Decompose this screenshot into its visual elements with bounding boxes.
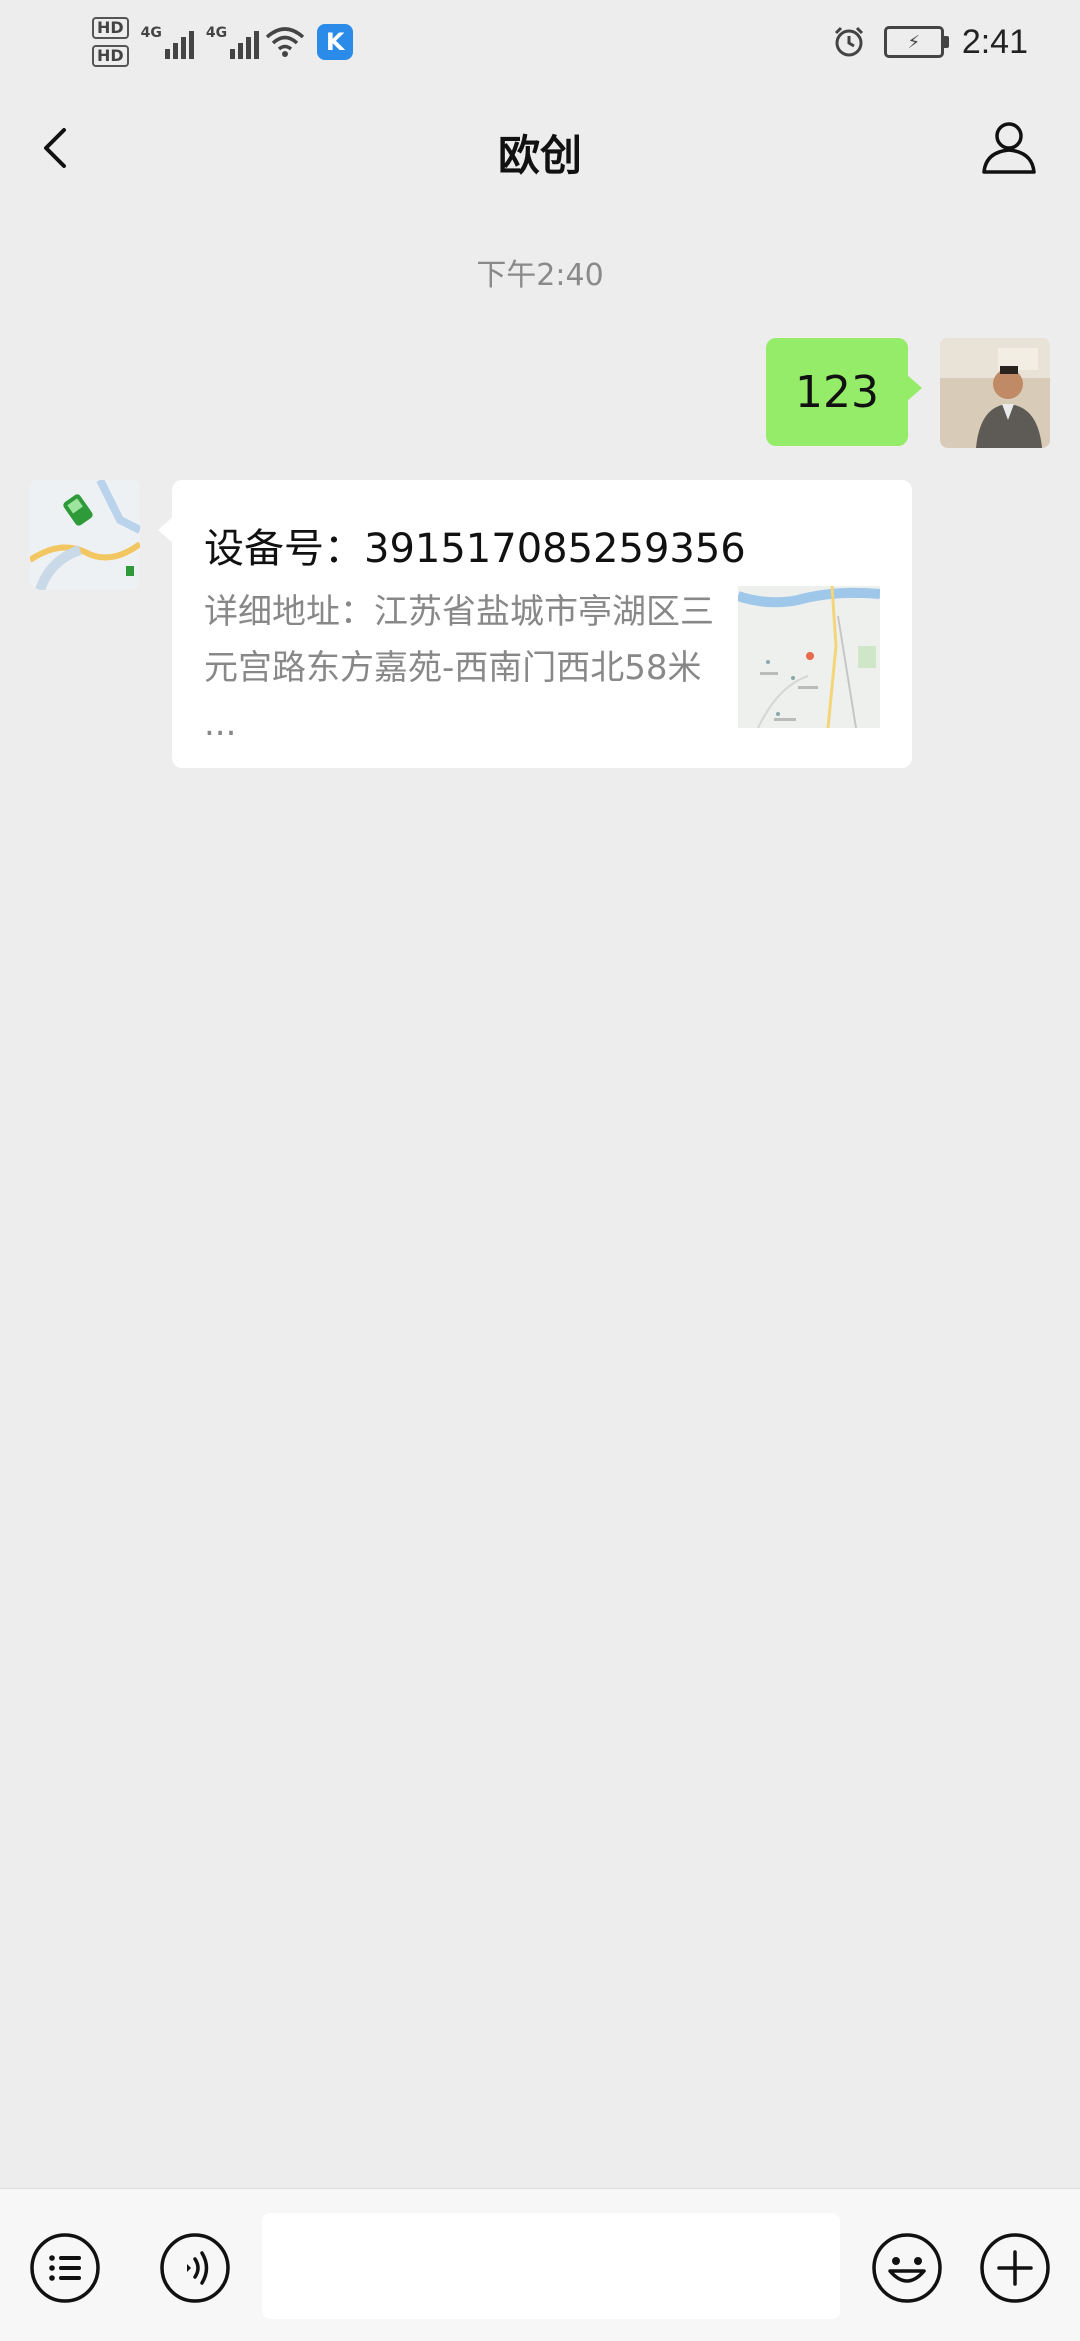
location-card[interactable]: 设备号：391517085259356 详细地址：江苏省盐城市亭湖区三元宫路东方… bbox=[158, 480, 912, 768]
emoji-icon[interactable] bbox=[870, 2231, 944, 2305]
plus-icon[interactable] bbox=[978, 2231, 1052, 2305]
status-bar-left: HD HD 4G 4G K bbox=[92, 12, 354, 72]
status-bar-right: ⚡ 2:41 bbox=[832, 14, 1028, 70]
network-type-1: 4G bbox=[140, 25, 162, 41]
message-timestamp: 下午2:40 bbox=[476, 258, 604, 293]
signal-icon-2: 4G bbox=[205, 25, 260, 59]
person-icon[interactable] bbox=[976, 114, 1042, 180]
message-text-input[interactable] bbox=[262, 2213, 840, 2319]
map-thumbnail bbox=[738, 586, 880, 728]
outgoing-message-bubble[interactable]: 123 bbox=[766, 338, 922, 446]
signal-icon: 4G bbox=[141, 25, 194, 59]
status-bar: HD HD 4G 4G K ⚡ 2:41 bbox=[0, 0, 1080, 84]
network-type-2: 4G bbox=[205, 25, 228, 41]
sim1-hd-badge: HD bbox=[92, 17, 129, 39]
chat-title: 欧创 bbox=[497, 131, 582, 180]
address-description: 详细地址：江苏省盐城市亭湖区三元宫路东方嘉苑-西南门西北58米 ... bbox=[204, 592, 714, 744]
alarm-icon bbox=[834, 26, 863, 57]
map-marker-avatar bbox=[30, 480, 140, 590]
sim2-hd-badge: HD bbox=[92, 45, 129, 67]
contact-avatar[interactable] bbox=[30, 480, 140, 590]
sim-indicators: HD HD bbox=[92, 17, 129, 67]
device-id-title: 设备号：391517085259356 bbox=[204, 526, 746, 572]
battery-charging-icon: ⚡ bbox=[883, 26, 949, 58]
self-avatar[interactable] bbox=[940, 338, 1050, 448]
status-time: 2:41 bbox=[961, 22, 1028, 61]
outgoing-message-text: 123 bbox=[795, 366, 879, 418]
message-input-bar bbox=[0, 2188, 1080, 2341]
wifi-icon bbox=[265, 27, 305, 57]
avatar-photo bbox=[940, 338, 1050, 448]
chat-header: 欧创 bbox=[0, 84, 1080, 214]
app-notification-badge: K bbox=[317, 24, 354, 60]
voice-icon[interactable] bbox=[158, 2231, 232, 2305]
menu-list-icon[interactable] bbox=[28, 2231, 102, 2305]
